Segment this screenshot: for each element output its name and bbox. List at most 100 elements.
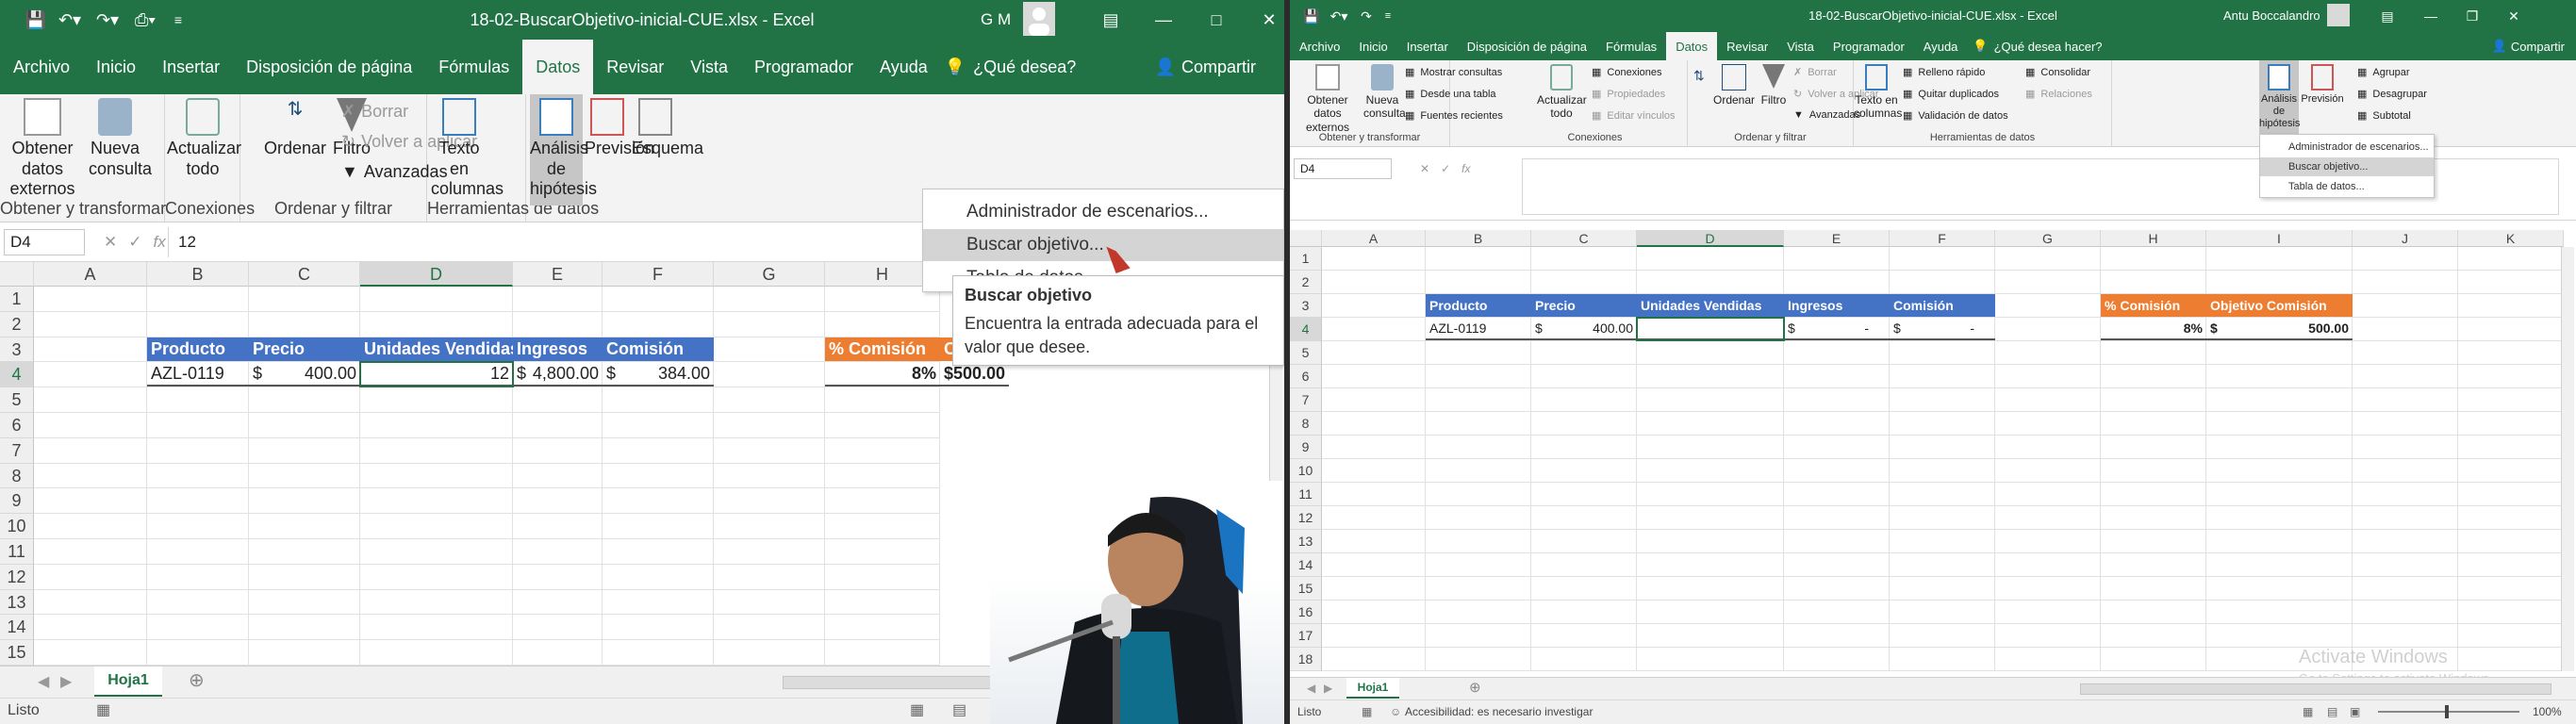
filtro-button[interactable]: Filtro bbox=[1758, 64, 1790, 107]
column-header-a[interactable]: A bbox=[34, 262, 147, 287]
row-header-4[interactable]: 4 bbox=[1290, 318, 1322, 341]
cell-objetivo-comision-header[interactable]: Objetivo Comisión bbox=[2206, 294, 2353, 317]
relleno-rapido-button[interactable]: ▦ Relleno rápido bbox=[1903, 66, 1985, 79]
tab-revisar[interactable]: Revisar bbox=[593, 40, 677, 94]
ordenar-button[interactable]: ⇅ Ordenar bbox=[264, 98, 326, 159]
macro-record-icon[interactable]: ▦ bbox=[1362, 700, 1372, 723]
column-header-g[interactable]: G bbox=[714, 262, 825, 287]
cell-pct-comision[interactable]: 8% bbox=[2101, 318, 2206, 340]
row-header-6[interactable]: 6 bbox=[0, 413, 34, 438]
page-break-icon[interactable]: ▣ bbox=[2350, 700, 2360, 723]
column-header-g[interactable]: G bbox=[1995, 230, 2101, 247]
accessibility-status[interactable]: Accesibilidad: es necesario investigar bbox=[1405, 700, 1593, 723]
row-header-5[interactable]: 5 bbox=[1290, 341, 1322, 365]
tab-inicio[interactable]: Inicio bbox=[83, 40, 149, 94]
cancel-icon[interactable]: ✕ bbox=[104, 233, 117, 252]
borrar-button[interactable]: ✗ Borrar bbox=[1793, 66, 1837, 79]
zoom-level[interactable]: 100% bbox=[2533, 700, 2562, 723]
page-layout-icon[interactable]: ▤ bbox=[2327, 700, 2337, 723]
row-header-7[interactable]: 7 bbox=[1290, 388, 1322, 412]
relaciones-button[interactable]: ▦ Relaciones bbox=[2025, 88, 2092, 101]
cell-e3-ingresos[interactable]: Ingresos bbox=[1784, 294, 1890, 317]
prevision-button[interactable]: Previsión bbox=[585, 98, 654, 159]
share-button[interactable]: 👤 Compartir bbox=[2492, 32, 2565, 60]
maximize-button[interactable]: □ bbox=[1190, 0, 1243, 40]
zoom-slider-thumb[interactable] bbox=[2445, 705, 2449, 718]
column-header-d[interactable]: D bbox=[1637, 230, 1784, 247]
tab-vista[interactable]: Vista bbox=[677, 40, 741, 94]
name-box[interactable]: D4 bbox=[4, 229, 85, 255]
row-header-7[interactable]: 7 bbox=[0, 437, 34, 464]
row-header-6[interactable]: 6 bbox=[1290, 365, 1322, 388]
row-header-8[interactable]: 8 bbox=[0, 463, 34, 489]
column-header-f[interactable]: F bbox=[1890, 230, 1995, 247]
row-header-4[interactable]: 4 bbox=[0, 362, 34, 388]
fx-icon[interactable]: fx bbox=[154, 233, 166, 252]
column-header-k[interactable]: K bbox=[2458, 230, 2564, 247]
select-all-corner[interactable] bbox=[0, 262, 34, 287]
cell-f3-comision[interactable]: Comisión bbox=[603, 337, 714, 362]
row-header-9[interactable]: 9 bbox=[0, 488, 34, 515]
cell-c3-precio[interactable]: Precio bbox=[249, 337, 360, 362]
column-header-c[interactable]: C bbox=[249, 262, 360, 287]
cell-e4-ingresos[interactable]: $4,800.00 bbox=[513, 362, 603, 387]
row-header-18[interactable]: 18 bbox=[1290, 648, 1322, 671]
cell-b3-producto[interactable]: Producto bbox=[147, 337, 249, 362]
tab-insertar[interactable]: Insertar bbox=[1397, 32, 1458, 60]
cell-b3-producto[interactable]: Producto bbox=[1426, 294, 1531, 317]
quitar-duplicados-button[interactable]: ▦ Quitar duplicados bbox=[1903, 88, 1999, 101]
cell-pct-comision[interactable]: 8% bbox=[825, 362, 940, 387]
tab-archivo[interactable]: Archivo bbox=[0, 40, 83, 94]
close-button[interactable]: ✕ bbox=[1243, 0, 1284, 40]
row-header-8[interactable]: 8 bbox=[1290, 412, 1322, 436]
row-header-14[interactable]: 14 bbox=[0, 615, 34, 641]
cell-objetivo-comision[interactable]: $500.00 bbox=[940, 362, 1010, 387]
avatar[interactable] bbox=[2327, 4, 2350, 26]
row-header-12[interactable]: 12 bbox=[1290, 506, 1322, 530]
column-header-e[interactable]: E bbox=[513, 262, 603, 287]
prevision-button[interactable]: Previsión bbox=[2301, 64, 2344, 106]
normal-view-icon[interactable]: ▦ bbox=[2303, 700, 2313, 723]
tab-ayuda[interactable]: Ayuda bbox=[867, 40, 941, 94]
tab-formulas[interactable]: Fórmulas bbox=[425, 40, 522, 94]
analisis-hipotesis-button[interactable]: Análisis de hipótesis bbox=[2259, 60, 2300, 134]
close-button[interactable]: ✕ bbox=[2493, 0, 2535, 32]
enter-icon[interactable]: ✓ bbox=[1441, 162, 1450, 175]
row-header-14[interactable]: 14 bbox=[1290, 553, 1322, 577]
row-header-2[interactable]: 2 bbox=[0, 311, 34, 337]
macro-record-icon[interactable]: ▦ bbox=[96, 699, 110, 723]
cell-d3-unidades[interactable]: Unidades Vendidas bbox=[360, 337, 513, 362]
tab-programador[interactable]: Programador bbox=[741, 40, 867, 94]
cell-c3-precio[interactable]: Precio bbox=[1531, 294, 1637, 317]
validacion-datos-button[interactable]: ▦ Validación de datos bbox=[1903, 109, 2008, 123]
row-header-16[interactable]: 16 bbox=[1290, 601, 1322, 624]
row-header-2[interactable]: 2 bbox=[1290, 271, 1322, 294]
tab-disposicion[interactable]: Disposición de página bbox=[233, 40, 425, 94]
tab-programador[interactable]: Programador bbox=[1824, 32, 1914, 60]
obtener-datos-externos-button[interactable]: Obtener datos externos bbox=[1292, 64, 1363, 134]
texto-columnas-button[interactable]: Texto en columnas bbox=[1854, 64, 1902, 121]
accessibility-icon[interactable]: ☺ bbox=[1390, 700, 1401, 723]
row-header-3[interactable]: 3 bbox=[1290, 294, 1322, 318]
tab-ayuda[interactable]: Ayuda bbox=[1914, 32, 1968, 60]
next-sheet-icon[interactable]: ▶ bbox=[1324, 682, 1332, 695]
tab-revisar[interactable]: Revisar bbox=[1717, 32, 1777, 60]
cell-f4-comision[interactable]: $ - bbox=[1890, 318, 1995, 340]
row-header-11[interactable]: 11 bbox=[0, 539, 34, 565]
sort-az-icon[interactable]: ⇅ bbox=[1693, 68, 1705, 84]
editar-vinculos-button[interactable]: ▦ Editar vínculos bbox=[1592, 109, 1676, 123]
column-header-e[interactable]: E bbox=[1784, 230, 1890, 247]
next-sheet-icon[interactable]: ▶ bbox=[60, 672, 72, 691]
cancel-icon[interactable]: ✕ bbox=[1420, 162, 1429, 175]
menu-administrador-escenarios[interactable]: Administrador de escenarios... bbox=[2260, 138, 2434, 156]
tab-datos[interactable]: Datos bbox=[522, 40, 594, 94]
name-box[interactable]: D4 bbox=[1294, 158, 1392, 179]
cell-f3-comision[interactable]: Comisión bbox=[1890, 294, 1995, 317]
cell-c4-precio[interactable]: $400.00 bbox=[1531, 318, 1637, 340]
row-header-10[interactable]: 10 bbox=[1290, 459, 1322, 483]
tab-inicio[interactable]: Inicio bbox=[1349, 32, 1396, 60]
nueva-consulta-button[interactable]: Nueva consulta bbox=[89, 98, 152, 179]
column-header-f[interactable]: F bbox=[603, 262, 714, 287]
cell-b4-producto[interactable]: AZL-0119 bbox=[147, 362, 249, 387]
row-header-1[interactable]: 1 bbox=[0, 287, 34, 312]
